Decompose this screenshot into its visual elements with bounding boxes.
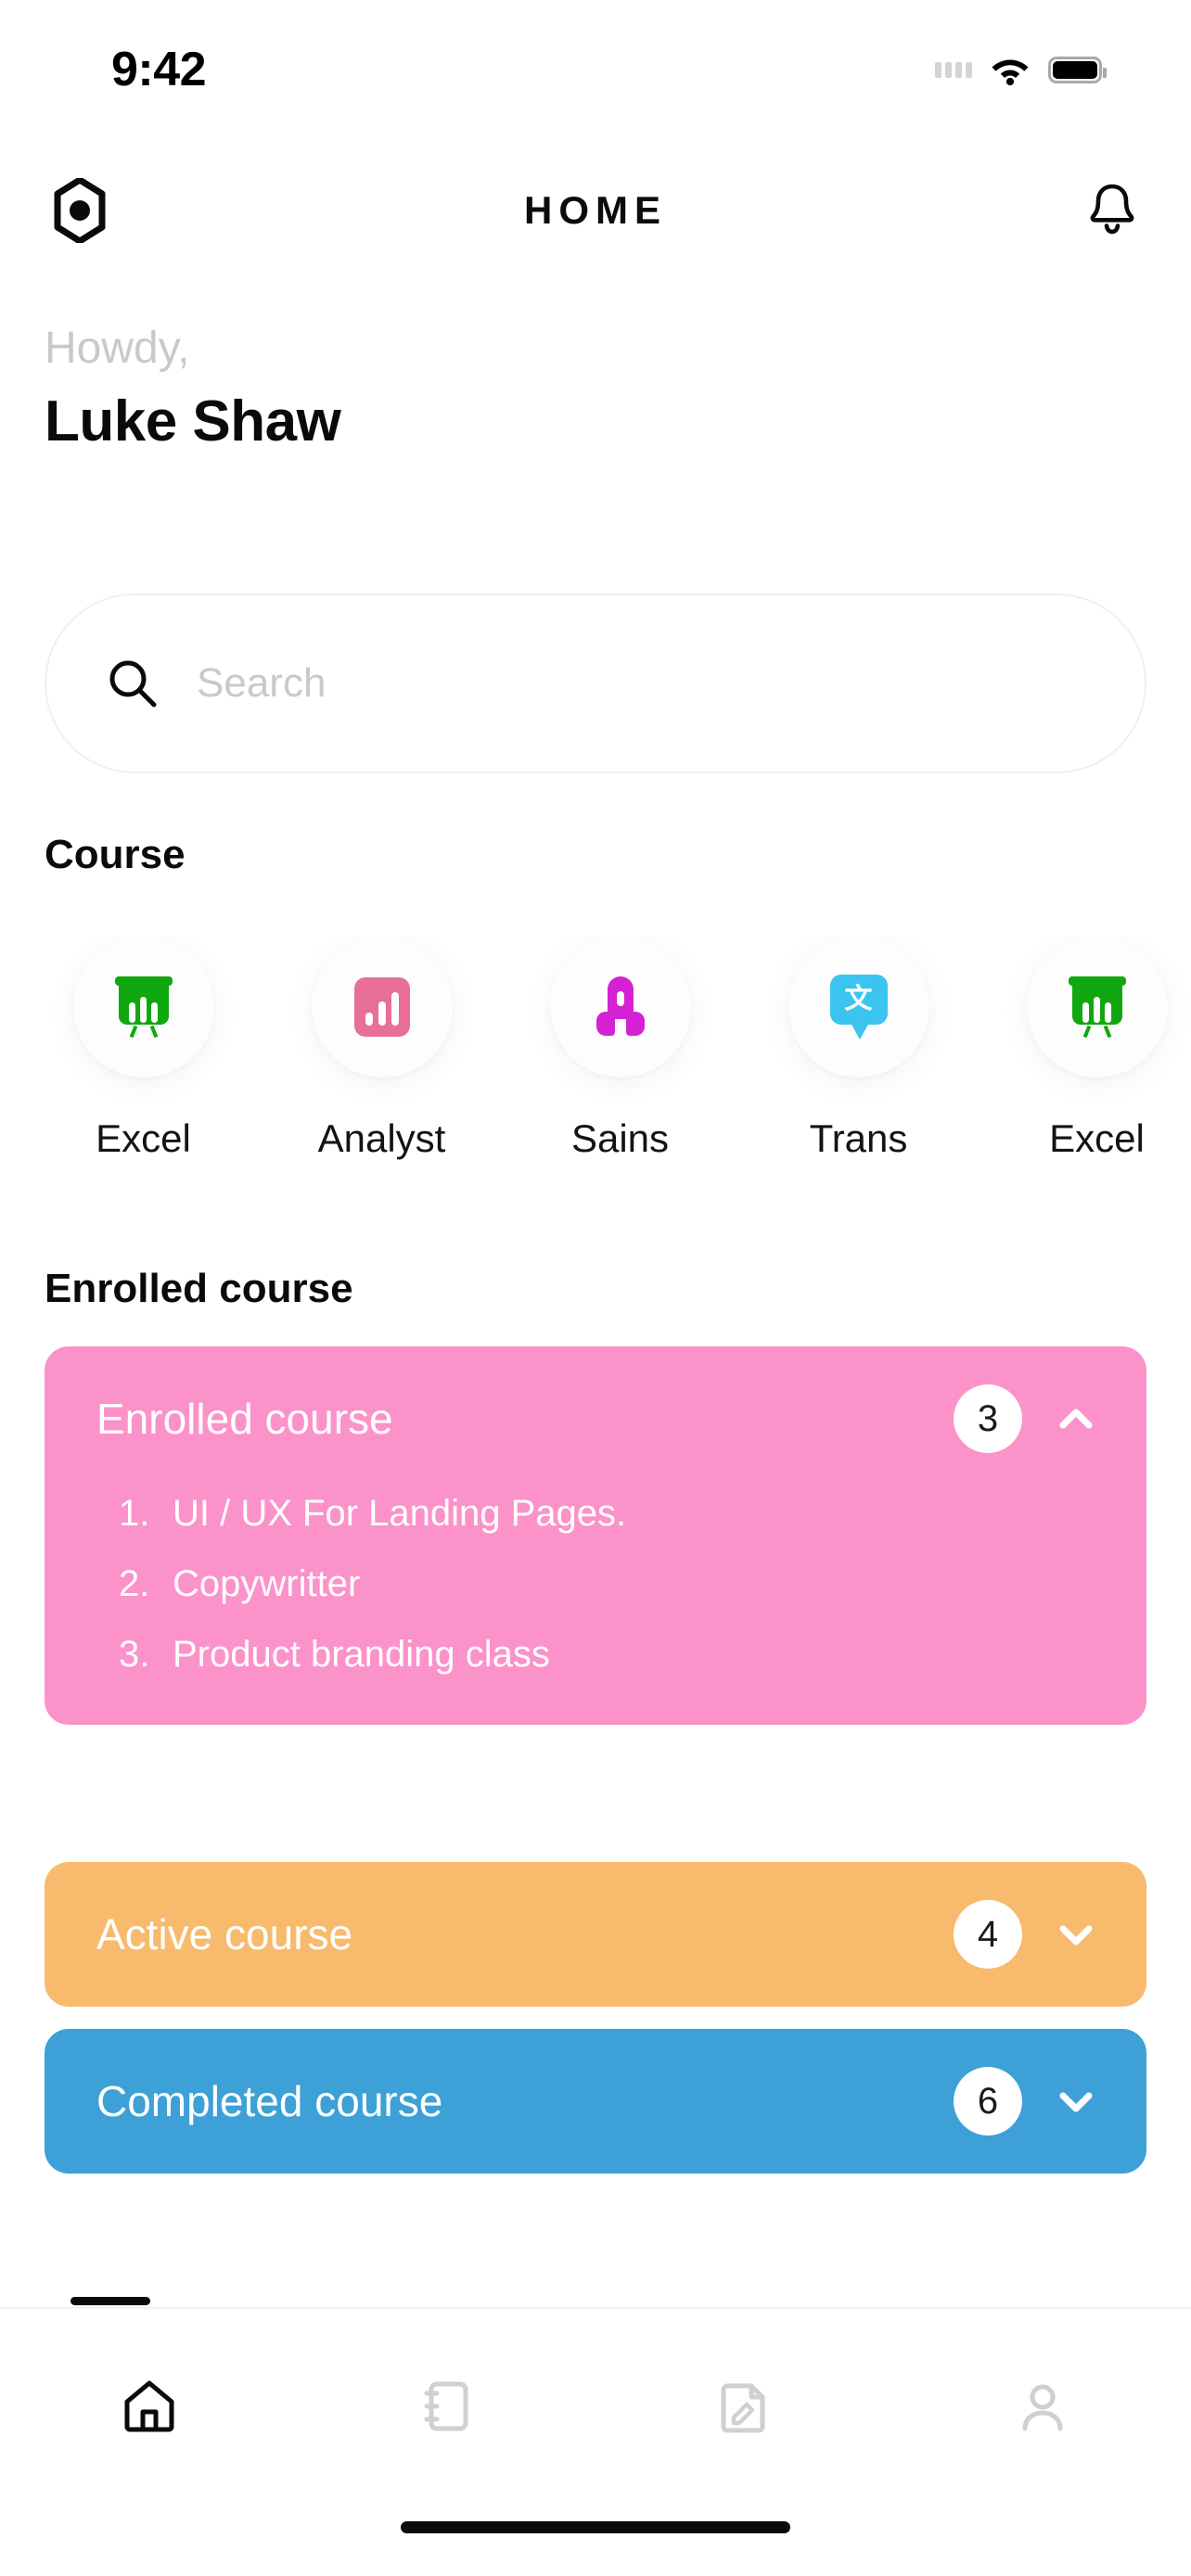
tab-bookmark[interactable] bbox=[298, 2357, 596, 2459]
accordion-card-completed[interactable]: Completed course 6 bbox=[45, 2029, 1146, 2174]
accordion-header[interactable]: Completed course 6 bbox=[45, 2029, 1146, 2174]
list-item-number: 2. bbox=[119, 1563, 150, 1604]
course-icon-bubble bbox=[549, 937, 691, 1078]
chevron-up-icon[interactable] bbox=[1050, 1393, 1102, 1445]
rocket-icon bbox=[595, 976, 647, 1038]
presentation-board-icon bbox=[114, 976, 173, 1039]
greeting-user-name: Luke Shaw bbox=[45, 389, 341, 453]
course-icon-bubble: 文 bbox=[788, 937, 929, 1078]
home-icon bbox=[116, 2373, 183, 2444]
note-edit-icon bbox=[711, 2373, 778, 2444]
accordion-header-right: 4 bbox=[954, 1900, 1102, 1969]
battery-icon bbox=[1048, 56, 1107, 83]
list-item-number: 1. bbox=[119, 1493, 150, 1534]
list-item-label: Copywritter bbox=[173, 1563, 361, 1604]
course-category-trans[interactable]: 文 Trans bbox=[739, 937, 978, 1161]
tab-profile[interactable] bbox=[893, 2357, 1191, 2459]
greeting-block: Howdy, Luke Shaw bbox=[45, 323, 341, 454]
search-bar[interactable] bbox=[45, 593, 1146, 773]
bell-icon[interactable] bbox=[1083, 179, 1141, 242]
signal-dots-icon bbox=[935, 61, 972, 78]
status-badge: 6 bbox=[954, 2067, 1022, 2136]
course-category-list[interactable]: Excel Analyst Sains 文 Trans Excel bbox=[0, 937, 1191, 1161]
accordion-title: Completed course bbox=[96, 2077, 443, 2125]
accordion-title: Enrolled course bbox=[96, 1395, 393, 1443]
course-category-excel-2[interactable]: Excel bbox=[978, 937, 1191, 1161]
status-badge: 4 bbox=[954, 1900, 1022, 1969]
hexagon-logo-icon[interactable] bbox=[50, 177, 109, 244]
list-item-label: UI / UX For Landing Pages. bbox=[173, 1493, 627, 1534]
translate-glyph: 文 bbox=[844, 984, 873, 1014]
enrolled-section-title: Enrolled course bbox=[45, 1266, 353, 1311]
accordion-body: 1. UI / UX For Landing Pages. 2. Copywri… bbox=[45, 1491, 1146, 1725]
course-section-title: Course bbox=[45, 832, 186, 877]
status-badge: 3 bbox=[954, 1384, 1022, 1453]
chevron-down-icon[interactable] bbox=[1050, 1908, 1102, 1960]
list-item-number: 3. bbox=[119, 1634, 150, 1675]
home-indicator[interactable] bbox=[401, 2521, 790, 2533]
person-icon bbox=[1009, 2373, 1076, 2444]
wifi-icon bbox=[989, 54, 1031, 86]
course-category-label: Analyst bbox=[317, 1116, 446, 1160]
greeting-salutation: Howdy, bbox=[45, 324, 190, 373]
translate-icon: 文 bbox=[829, 975, 888, 1039]
list-item-label: Product branding class bbox=[173, 1634, 550, 1675]
accordion-card-active[interactable]: Active course 4 bbox=[45, 1862, 1146, 2007]
accordion-header-right: 3 bbox=[954, 1384, 1102, 1453]
app-header: HOME bbox=[0, 159, 1191, 261]
drag-handle[interactable] bbox=[70, 2297, 150, 2305]
book-icon bbox=[414, 2373, 480, 2444]
tab-home[interactable] bbox=[0, 2357, 298, 2459]
accordion-header[interactable]: Active course 4 bbox=[45, 1862, 1146, 2007]
presentation-board-icon bbox=[1068, 976, 1126, 1039]
tab-notes[interactable] bbox=[596, 2357, 893, 2459]
chevron-down-icon[interactable] bbox=[1050, 2075, 1102, 2127]
bar-chart-icon bbox=[353, 977, 410, 1037]
course-category-label: Excel bbox=[1049, 1116, 1145, 1160]
course-category-label: Sains bbox=[570, 1116, 670, 1160]
course-icon-bubble bbox=[1026, 937, 1168, 1078]
app-screen: 9:42 HOME Howdy, Luke Shaw Search Course… bbox=[0, 0, 1191, 2576]
status-bar-time: 9:42 bbox=[111, 43, 207, 96]
list-item[interactable]: 2. Copywritter bbox=[119, 1562, 1095, 1606]
list-item[interactable]: 3. Product branding class bbox=[119, 1632, 1095, 1677]
course-icon-bubble bbox=[311, 937, 453, 1078]
course-category-excel[interactable]: Excel bbox=[24, 937, 263, 1161]
status-bar: 9:42 bbox=[0, 0, 1191, 139]
course-category-sains[interactable]: Sains bbox=[501, 937, 739, 1161]
accordion-title: Active course bbox=[96, 1910, 353, 1958]
course-icon-bubble bbox=[72, 937, 214, 1078]
list-item[interactable]: 1. UI / UX For Landing Pages. bbox=[119, 1491, 1095, 1536]
status-bar-indicators bbox=[935, 54, 1107, 86]
course-category-label: Trans bbox=[809, 1116, 908, 1160]
accordion-card-enrolled[interactable]: Enrolled course 3 1. UI / UX For Landing… bbox=[45, 1346, 1146, 1725]
course-category-analyst[interactable]: Analyst bbox=[263, 937, 501, 1161]
accordion-header[interactable]: Enrolled course 3 bbox=[45, 1346, 1146, 1491]
course-category-label: Excel bbox=[96, 1116, 191, 1160]
accordion-header-right: 6 bbox=[954, 2067, 1102, 2136]
page-title: HOME bbox=[524, 188, 667, 232]
search-input[interactable] bbox=[197, 660, 1145, 707]
bottom-tab-bar bbox=[0, 2307, 1191, 2576]
search-icon bbox=[106, 657, 160, 710]
